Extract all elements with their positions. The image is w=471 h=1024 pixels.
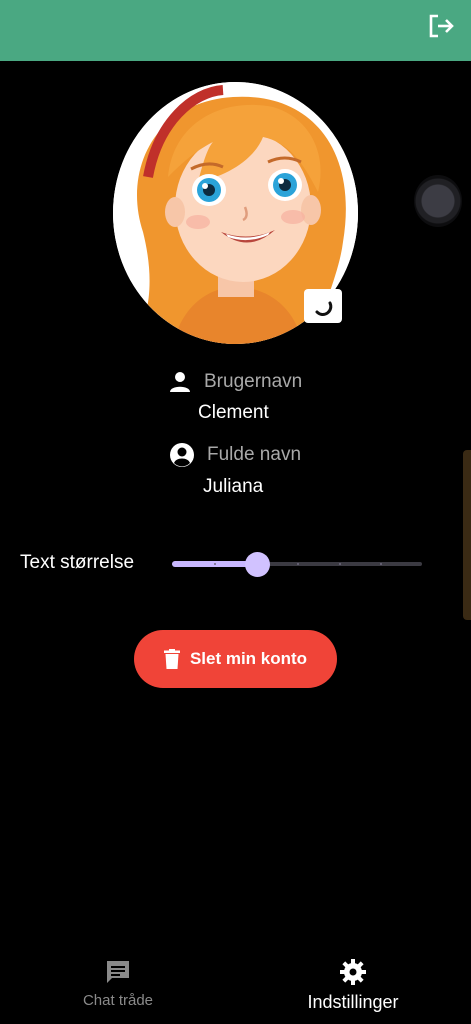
slider-tick [213, 563, 216, 565]
floating-assist-button[interactable] [414, 175, 462, 227]
scroll-indicator[interactable] [463, 450, 471, 620]
nav-chat-threads-label: Chat tråde [82, 992, 154, 1009]
chat-icon [107, 961, 129, 983]
trash-icon [163, 649, 180, 669]
profile-avatar[interactable] [113, 82, 358, 344]
slider-tick [297, 563, 299, 565]
fullname-value: Juliana [203, 476, 264, 497]
nav-settings[interactable]: Indstillinger [303, 958, 403, 1013]
delete-account-button[interactable]: Slet min konto [134, 630, 337, 688]
fullname-label: Fulde navn [207, 444, 302, 465]
username-row: Brugernavn [168, 370, 302, 394]
refresh-icon [315, 301, 333, 316]
username-label: Brugernavn [204, 371, 303, 392]
app-bar [0, 0, 471, 61]
nav-chat-threads[interactable]: Chat tråde [80, 958, 156, 1009]
gear-icon [340, 959, 366, 985]
delete-account-label: Slet min konto [189, 649, 308, 668]
slider-thumb[interactable] [245, 552, 270, 577]
avatar-edit-button[interactable] [304, 289, 342, 323]
logout-icon[interactable] [427, 12, 455, 40]
text-size-label: Text størrelse [20, 552, 135, 573]
fullname-row: Fulde navn [169, 442, 301, 468]
person-icon [170, 372, 190, 392]
username-value: Clement [198, 402, 269, 423]
slider-tick [338, 563, 341, 565]
account-circle-icon [170, 443, 194, 467]
nav-settings-label: Indstillinger [307, 992, 399, 1012]
text-size-slider[interactable] [172, 550, 422, 578]
